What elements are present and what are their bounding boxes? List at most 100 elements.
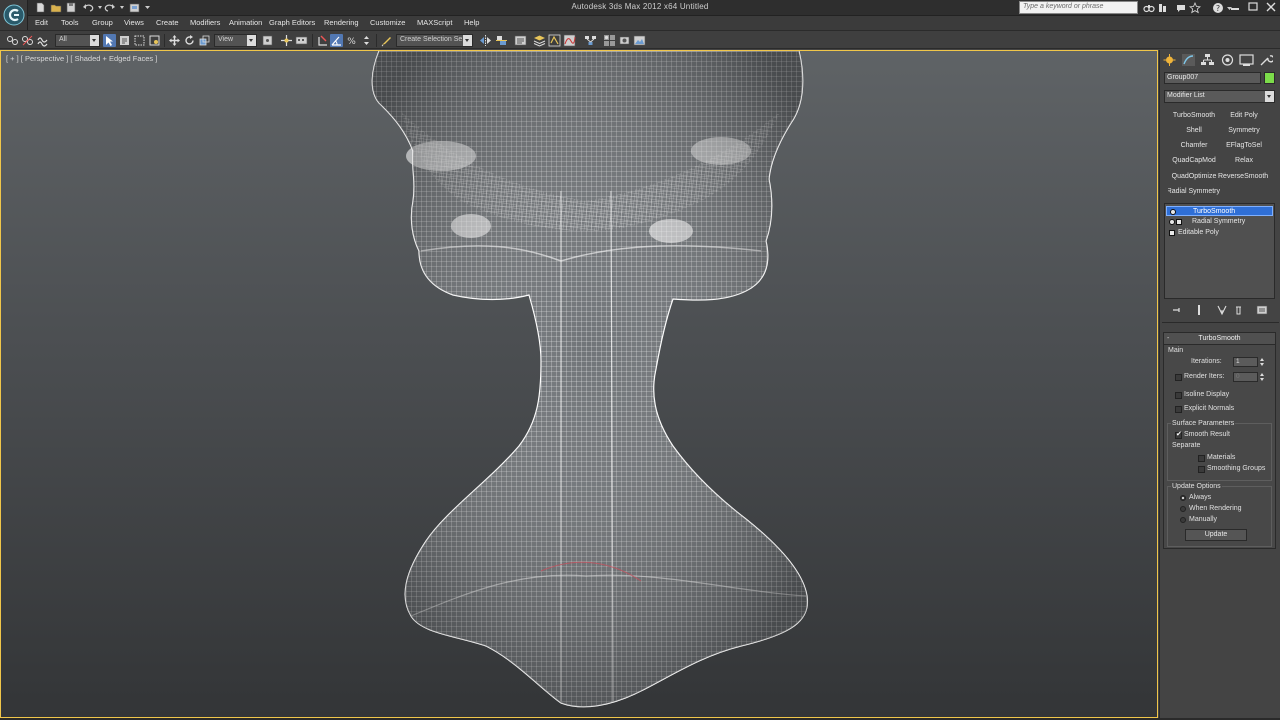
expand-plus-icon[interactable]	[1176, 219, 1182, 225]
modifier-button-edit-poly[interactable]: Edit Poly	[1218, 109, 1270, 122]
selection-filter-dropdown[interactable]: All	[55, 34, 100, 47]
align-icon[interactable]	[495, 34, 508, 47]
modify-panel-tab-icon[interactable]	[1181, 53, 1196, 67]
menu-graph-editors[interactable]: Graph Editors	[269, 18, 315, 27]
menu-maxscript[interactable]: MAXScript	[417, 18, 452, 27]
modifier-button-eflagtosel[interactable]: EFlagToSel	[1218, 139, 1270, 152]
project-folder-icon[interactable]	[129, 2, 141, 13]
menu-edit[interactable]: Edit	[35, 18, 48, 27]
binoculars-icon[interactable]	[1143, 2, 1155, 14]
redo-icon[interactable]	[104, 2, 116, 13]
object-color-swatch[interactable]	[1264, 72, 1275, 84]
new-file-icon[interactable]	[34, 2, 46, 13]
menu-modifiers[interactable]: Modifiers	[190, 18, 220, 27]
object-name-field[interactable]: Group007	[1164, 72, 1261, 84]
render-iters-spinner-arrows-icon[interactable]	[1259, 372, 1265, 382]
isoline-display-checkbox[interactable]	[1175, 392, 1182, 399]
modifier-button-shell[interactable]: Shell	[1168, 124, 1220, 137]
configure-modifier-sets-icon[interactable]	[1256, 304, 1268, 316]
bind-to-space-warp-icon[interactable]	[36, 34, 49, 47]
rectangular-selection-region-icon[interactable]	[133, 34, 146, 47]
close-icon[interactable]	[1262, 0, 1280, 14]
save-file-icon[interactable]	[65, 2, 77, 13]
select-and-manipulate-icon[interactable]	[280, 34, 293, 47]
undo-icon[interactable]	[82, 2, 94, 13]
select-and-link-icon[interactable]	[6, 34, 19, 47]
maximize-icon[interactable]	[1244, 0, 1262, 14]
communication-center-icon[interactable]	[1175, 2, 1187, 14]
modifier-button-turbosmooth[interactable]: TurboSmooth	[1168, 109, 1220, 122]
perspective-viewport[interactable]: [ + ] [ Perspective ] [ Shaded + Edged F…	[0, 50, 1158, 718]
update-manually-radio[interactable]	[1180, 517, 1186, 523]
smooth-result-checkbox[interactable]	[1175, 430, 1182, 439]
curve-editor-icon[interactable]	[563, 34, 576, 47]
subscription-center-icon[interactable]	[1157, 2, 1169, 14]
window-crossing-icon[interactable]	[148, 34, 161, 47]
quick-access-dropdown-icon[interactable]	[142, 2, 154, 13]
menu-animation[interactable]: Animation	[229, 18, 262, 27]
lightbulb-icon[interactable]	[1169, 219, 1175, 225]
select-by-name-icon[interactable]	[118, 34, 131, 47]
modifier-list-dropdown[interactable]: Modifier List	[1164, 90, 1275, 103]
separate-materials-checkbox[interactable]	[1198, 455, 1205, 462]
menu-create[interactable]: Create	[156, 18, 179, 27]
modifier-button-quadoptimize[interactable]: QuadOptimize	[1168, 170, 1220, 183]
menu-views[interactable]: Views	[124, 18, 144, 27]
viewport-label[interactable]: [ + ] [ Perspective ] [ Shaded + Edged F…	[6, 54, 157, 63]
help-icon[interactable]: ?	[1212, 2, 1224, 14]
spinner-snap-toggle-icon[interactable]	[360, 34, 373, 47]
remove-modifier-icon[interactable]	[1232, 304, 1244, 316]
pin-stack-icon[interactable]	[1171, 304, 1183, 316]
pivot-center-icon[interactable]	[261, 34, 274, 47]
menu-tools[interactable]: Tools	[61, 18, 79, 27]
modifier-button-quadcapmod[interactable]: QuadCapMod	[1168, 154, 1220, 167]
make-unique-icon[interactable]	[1216, 304, 1228, 316]
keyboard-shortcut-override-icon[interactable]	[295, 34, 308, 47]
graphite-modeling-tools-icon[interactable]	[548, 34, 561, 47]
motion-panel-tab-icon[interactable]	[1220, 53, 1235, 67]
modifier-button-symmetry[interactable]: Symmetry	[1218, 124, 1270, 137]
application-button[interactable]	[0, 0, 28, 30]
modifier-button-reversesmooth[interactable]: ReverseSmooth	[1218, 170, 1270, 183]
search-input[interactable]: Type a keyword or phrase	[1019, 1, 1138, 14]
render-setup-icon[interactable]	[618, 34, 631, 47]
percent-snap-toggle-icon[interactable]: %	[345, 34, 358, 47]
favorites-star-icon[interactable]	[1188, 1, 1202, 14]
select-and-rotate-icon[interactable]	[183, 34, 196, 47]
named-selection-dropdown[interactable]: Create Selection Se	[396, 34, 473, 47]
show-end-result-icon[interactable]	[1193, 304, 1205, 316]
stack-item-radial-symmetry[interactable]: Radial Symmetry	[1166, 217, 1273, 227]
display-panel-tab-icon[interactable]	[1239, 53, 1254, 67]
render-iters-checkbox[interactable]	[1175, 374, 1182, 381]
menu-rendering[interactable]: Rendering	[324, 18, 359, 27]
stack-item-editable-poly[interactable]: Editable Poly	[1166, 228, 1273, 238]
mirror-icon[interactable]	[479, 34, 492, 47]
rendered-frame-window-icon[interactable]	[633, 34, 646, 47]
update-button[interactable]: Update	[1185, 529, 1247, 541]
lightbulb-icon[interactable]	[1170, 209, 1176, 215]
stack-item-turbosmooth[interactable]: TurboSmooth	[1166, 206, 1273, 216]
iterations-spinner-arrows-icon[interactable]	[1259, 357, 1265, 367]
iterations-spinner[interactable]: 1	[1233, 357, 1258, 367]
open-file-icon[interactable]	[50, 2, 62, 13]
edit-named-selection-icon[interactable]	[380, 34, 393, 47]
angle-snap-toggle-icon[interactable]	[330, 34, 343, 47]
reference-coordinate-dropdown[interactable]: View	[214, 34, 257, 47]
manage-layers-icon[interactable]	[533, 34, 546, 47]
select-and-scale-icon[interactable]	[198, 34, 211, 47]
material-editor-icon[interactable]	[603, 34, 616, 47]
create-panel-tab-icon[interactable]	[1162, 53, 1177, 67]
expand-plus-icon[interactable]	[1169, 230, 1175, 236]
select-object-icon[interactable]	[103, 34, 116, 47]
minimize-icon[interactable]	[1226, 0, 1244, 14]
scene-explorer-icon[interactable]	[514, 34, 527, 47]
update-always-radio[interactable]	[1180, 495, 1186, 501]
modifier-button-relax[interactable]: Relax	[1218, 154, 1270, 167]
separate-smoothing-groups-checkbox[interactable]	[1198, 466, 1205, 473]
schematic-view-icon[interactable]	[584, 34, 597, 47]
select-and-move-icon[interactable]	[168, 34, 181, 47]
render-iters-spinner[interactable]: 0	[1233, 372, 1258, 382]
explicit-normals-checkbox[interactable]	[1175, 406, 1182, 413]
modifier-button-radial-symmetry[interactable]: Radial Symmetry	[1168, 185, 1220, 198]
menu-help[interactable]: Help	[464, 18, 479, 27]
